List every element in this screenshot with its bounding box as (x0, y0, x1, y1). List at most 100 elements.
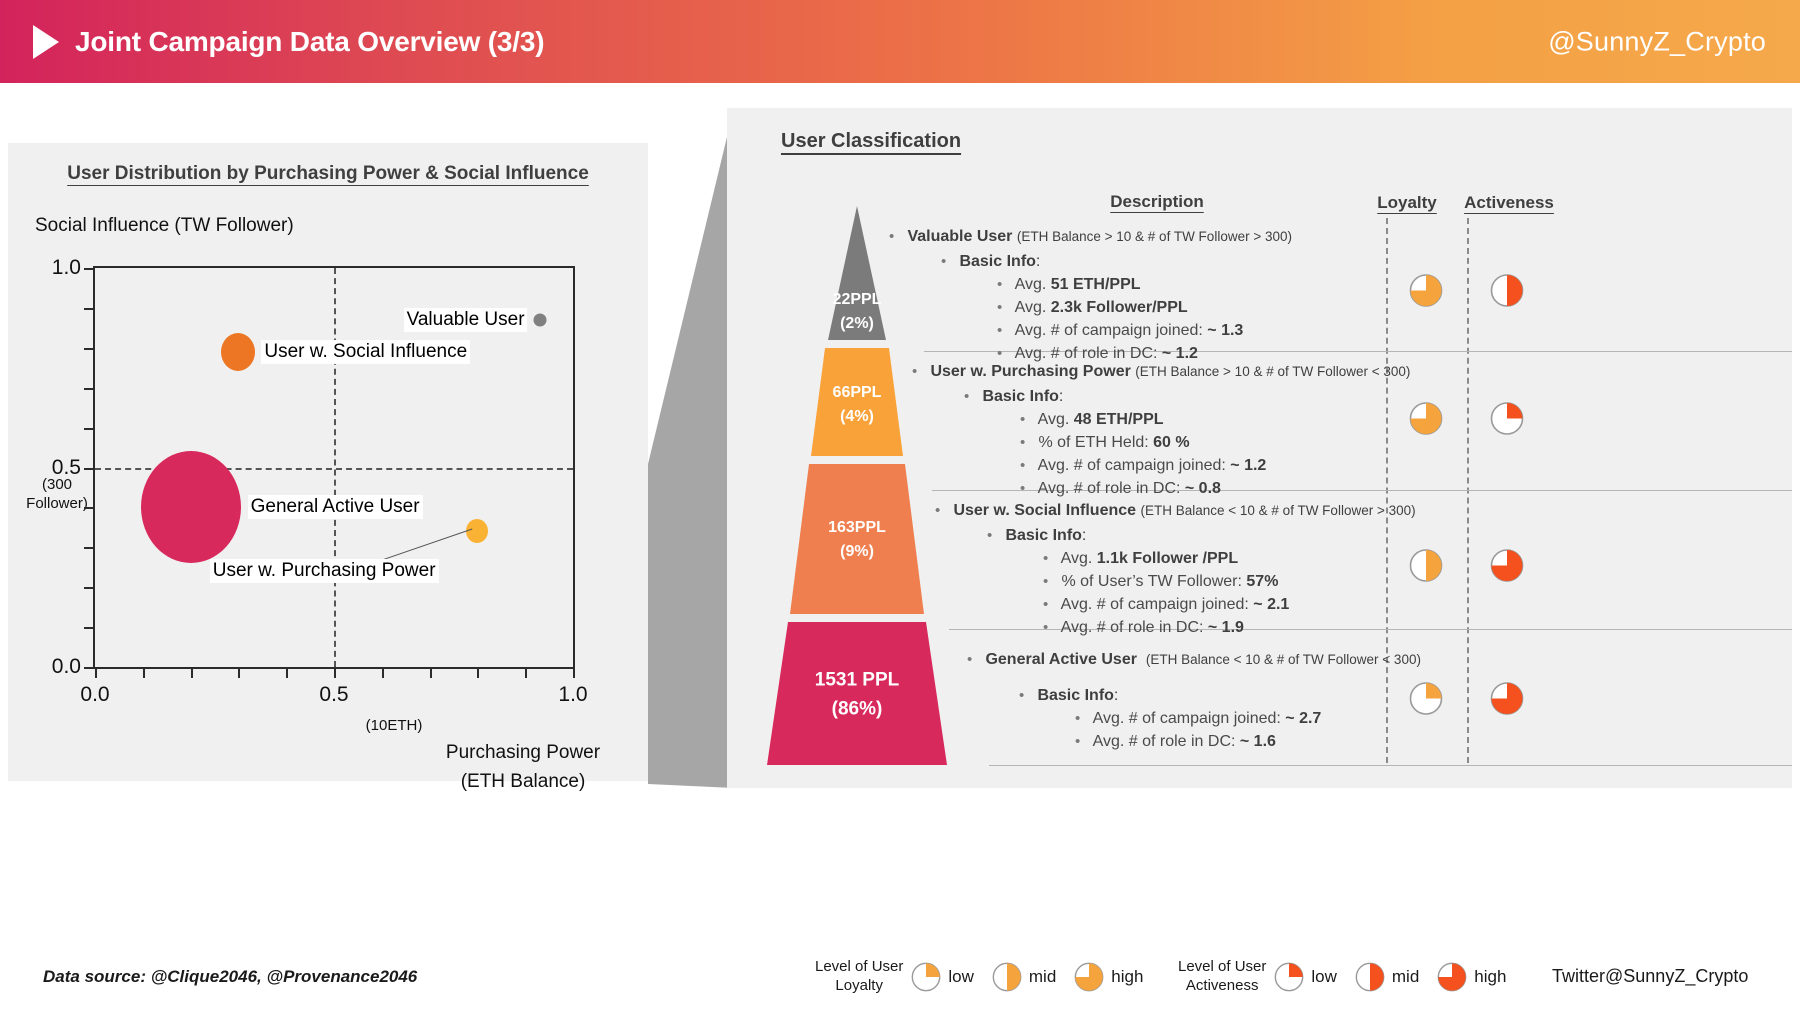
x-tick (334, 667, 336, 678)
x-tick (429, 667, 432, 678)
bullet-icon: • (935, 502, 941, 519)
y-tick (84, 667, 95, 669)
bullet-icon: • (1043, 550, 1049, 567)
x-tick (190, 667, 193, 678)
bubble-label-user-social-influence: User w. Social Influence (261, 339, 471, 364)
segment-title: • Valuable User (ETH Balance > 10 & # of… (889, 228, 1292, 245)
x-tick (525, 667, 528, 678)
segment-title: • User w. Social Influence (ETH Balance … (935, 502, 1416, 519)
loyalty-legend-low: low (911, 962, 974, 992)
x-tick (95, 667, 97, 678)
activeness-pie-general-active (1490, 682, 1524, 721)
data-source-note: Data source: @Clique2046, @Provenance204… (43, 967, 418, 986)
bullet-icon: • (1043, 596, 1049, 613)
y-tick (84, 307, 95, 310)
y-tick (84, 467, 95, 470)
loyalty-pie-social-influence (1409, 549, 1443, 588)
bullet-icon: • (1019, 687, 1025, 704)
fact-row: • Avg. # of campaign joined: ~ 2.7 (1075, 710, 1322, 727)
segment-title: • User w. Purchasing Power (ETH Balance … (912, 363, 1411, 380)
legend-label: mid (1391, 966, 1420, 986)
bubble-user-social-influence (221, 332, 256, 371)
x-tick (286, 667, 289, 678)
bullet-icon: • (964, 388, 970, 405)
x-tick (381, 667, 384, 678)
x-tick-label: 0.0 (80, 683, 110, 706)
scatter-chart-panel: User Distribution by Purchasing Power & … (8, 143, 648, 792)
segment-valuable-user: • Valuable User (ETH Balance > 10 & # of… (889, 228, 1292, 363)
chart-title: User Distribution by Purchasing Power & … (67, 163, 589, 184)
pie-half-icon (1355, 962, 1385, 992)
bullet-icon: • (1020, 434, 1026, 451)
fact-row: • Avg. # of role in DC: ~ 1.6 (1075, 733, 1276, 750)
twitter-handle-footer: Twitter@SunnyZ_Crypto (1552, 966, 1749, 986)
pie-quarter-icon (1274, 962, 1304, 992)
pyramid-3d-wedge (648, 108, 734, 788)
bullet-icon: • (997, 345, 1003, 362)
bubble-label-valuable-user: Valuable User (403, 307, 528, 332)
y-tick (84, 627, 95, 630)
legend-label: high (1474, 966, 1507, 986)
y-tick (84, 347, 95, 350)
fact-row: • % of ETH Held: 60 % (1020, 434, 1190, 451)
y-tick-label: 0.5 (51, 455, 81, 479)
legend-label: low (948, 966, 974, 986)
loyalty-legend-title: Level of User Loyalty (815, 958, 904, 994)
x-tick (477, 667, 480, 678)
x-tick-label: 0.5 (319, 683, 349, 706)
fact-row: • Avg. 1.1k Follower /PPL (1043, 550, 1239, 567)
section-title: User Classification (781, 130, 962, 152)
x-tick (142, 667, 145, 678)
pie-quarter-icon (911, 962, 941, 992)
slide-header: Joint Campaign Data Overview (3/3) @Sunn… (0, 0, 1800, 83)
y-tick (84, 587, 95, 590)
fact-row: • Avg. 2.3k Follower/PPL (997, 299, 1188, 316)
fact-row: • Avg. # of role in DC: ~ 1.2 (997, 345, 1198, 362)
bullet-icon: • (987, 527, 993, 544)
fact-row: • Avg. # of role in DC: ~ 1.9 (1043, 619, 1244, 636)
bubble-user-purchasing-power (466, 519, 489, 544)
x-tick-label: 1.0 (558, 683, 588, 706)
legend-label: mid (1028, 966, 1057, 986)
activeness-legend-title: Level of User Activeness (1178, 958, 1267, 994)
bullet-icon: • (912, 363, 918, 380)
loyalty-pie-general-active (1409, 682, 1443, 721)
bullet-icon: • (1020, 480, 1026, 497)
segment-user-social-influence: • User w. Social Influence (ETH Balance … (935, 502, 1416, 637)
slide-root: Joint Campaign Data Overview (3/3) @Sunn… (0, 0, 1800, 1013)
bullet-icon: • (1075, 710, 1081, 727)
bubble-valuable-user (533, 313, 547, 327)
x-tick (573, 667, 575, 678)
legend-label: low (1311, 966, 1337, 986)
fact-row: • Avg. # of campaign joined: ~ 1.3 (997, 322, 1244, 339)
bullet-icon: • (1020, 411, 1026, 428)
fact-row: • Avg. 48 ETH/PPL (1020, 411, 1164, 428)
activeness-legend-high: high (1437, 962, 1506, 992)
page-title: Joint Campaign Data Overview (3/3) (75, 25, 545, 57)
y-tick (84, 268, 95, 270)
bubble-label-general-active-user: General Active User (247, 495, 423, 520)
play-triangle-icon (33, 24, 59, 59)
legend-label: high (1111, 966, 1144, 986)
activeness-pie-social-influence (1490, 549, 1524, 588)
chart-y-axis-label: Social Influence (TW Follower) (35, 215, 294, 236)
activeness-legend-low: low (1274, 962, 1337, 992)
basic-info-label: • Basic Info: (964, 388, 1064, 405)
fact-row: • Avg. # of campaign joined: ~ 1.2 (1020, 457, 1267, 474)
segment-user-purchasing-power: • User w. Purchasing Power (ETH Balance … (912, 363, 1410, 498)
author-handle: @SunnyZ_Crypto (1548, 26, 1766, 56)
chart-x-axis-label: Purchasing Power (ETH Balance) (445, 742, 601, 793)
y-tick-label: 0.0 (51, 655, 81, 678)
basic-info-label: • Basic Info: (1019, 687, 1119, 704)
segment-general-active-user: • General Active User (ETH Balance < 10 … (967, 651, 1421, 751)
x-axis-sub-label: (10ETH) (365, 717, 423, 734)
fact-row: • % of User’s TW Follower: 57% (1043, 573, 1279, 590)
y-tick (84, 387, 95, 390)
pie-three-quarter-icon (1437, 962, 1467, 992)
fact-row: • Avg. 51 ETH/PPL (997, 276, 1141, 293)
y-tick (84, 427, 95, 430)
bubble-general-active-user (140, 451, 241, 564)
y-tick-label: 1.0 (51, 256, 81, 279)
row-divider-4 (989, 765, 1792, 766)
column-header-description: Description (1110, 192, 1204, 211)
